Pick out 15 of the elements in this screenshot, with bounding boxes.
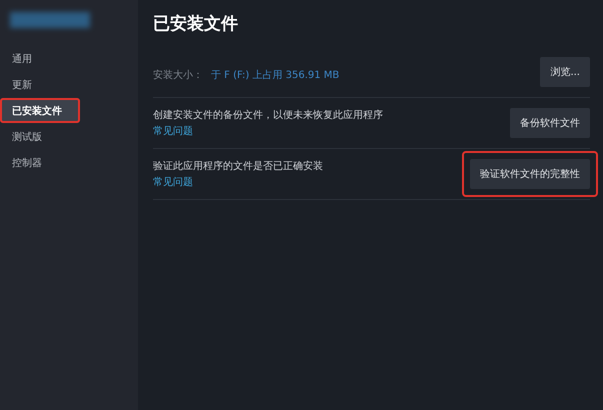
sidebar-item[interactable]: 已安装文件: [0, 98, 80, 123]
sidebar-item[interactable]: 通用: [0, 46, 138, 71]
page-title: 已安装文件: [153, 13, 239, 35]
sidebar-item[interactable]: 测试版: [0, 124, 138, 149]
row-description: 验证此应用程序的文件是否已正确安装: [153, 160, 323, 173]
sidebar-item[interactable]: 更新: [0, 72, 138, 97]
faq-link[interactable]: 常见问题: [153, 175, 323, 189]
faq-link[interactable]: 常见问题: [153, 124, 383, 138]
action-button[interactable]: 验证软件文件的完整性: [470, 159, 590, 189]
size-value: 于 F (F:) 上占用 356.91 MB: [211, 70, 340, 80]
row-description: 创建安装文件的备份文件，以便未来恢复此应用程序: [153, 108, 383, 122]
action-button[interactable]: 备份软件文件: [510, 108, 590, 138]
sidebar-item[interactable]: 控制器: [0, 150, 138, 175]
size-label: 安装大小：: [153, 70, 203, 80]
browse-button[interactable]: 浏览...: [540, 57, 590, 87]
